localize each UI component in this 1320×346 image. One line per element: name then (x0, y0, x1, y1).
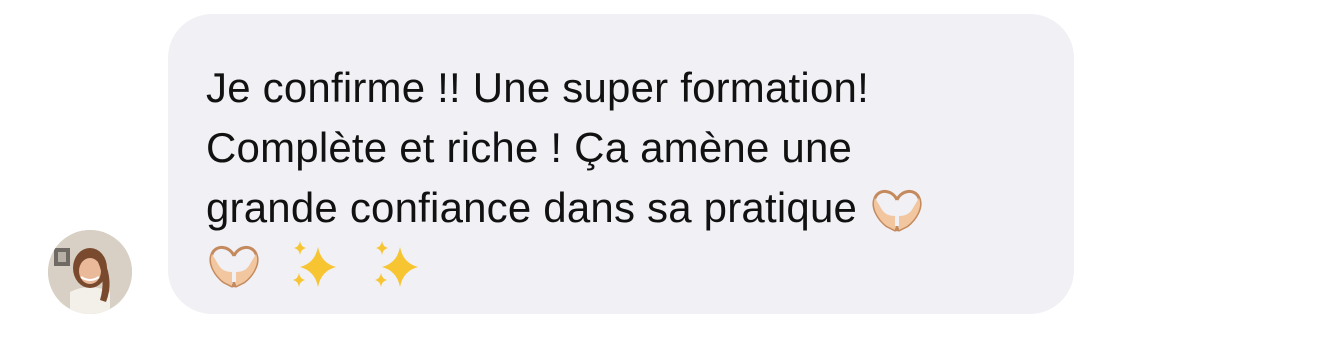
heart-hands-icon (206, 242, 262, 288)
sparkles-icon (288, 239, 344, 291)
message-line-3-text: grande confiance dans sa pratique (206, 184, 858, 231)
sparkles-icon (370, 239, 426, 291)
message-line-2: Complète et riche ! Ça amène une (206, 124, 853, 171)
message-text: Je confirme !! Une super formation! Comp… (206, 58, 1034, 292)
message-line-3: grande confiance dans sa pratique (206, 178, 1034, 238)
message-bubble: Je confirme !! Une super formation! Comp… (168, 14, 1074, 314)
message-line-1: Je confirme !! Une super formation! (206, 64, 869, 111)
heart-hands-icon (869, 186, 925, 232)
emoji-row (206, 232, 1034, 292)
sender-avatar[interactable] (48, 230, 132, 314)
